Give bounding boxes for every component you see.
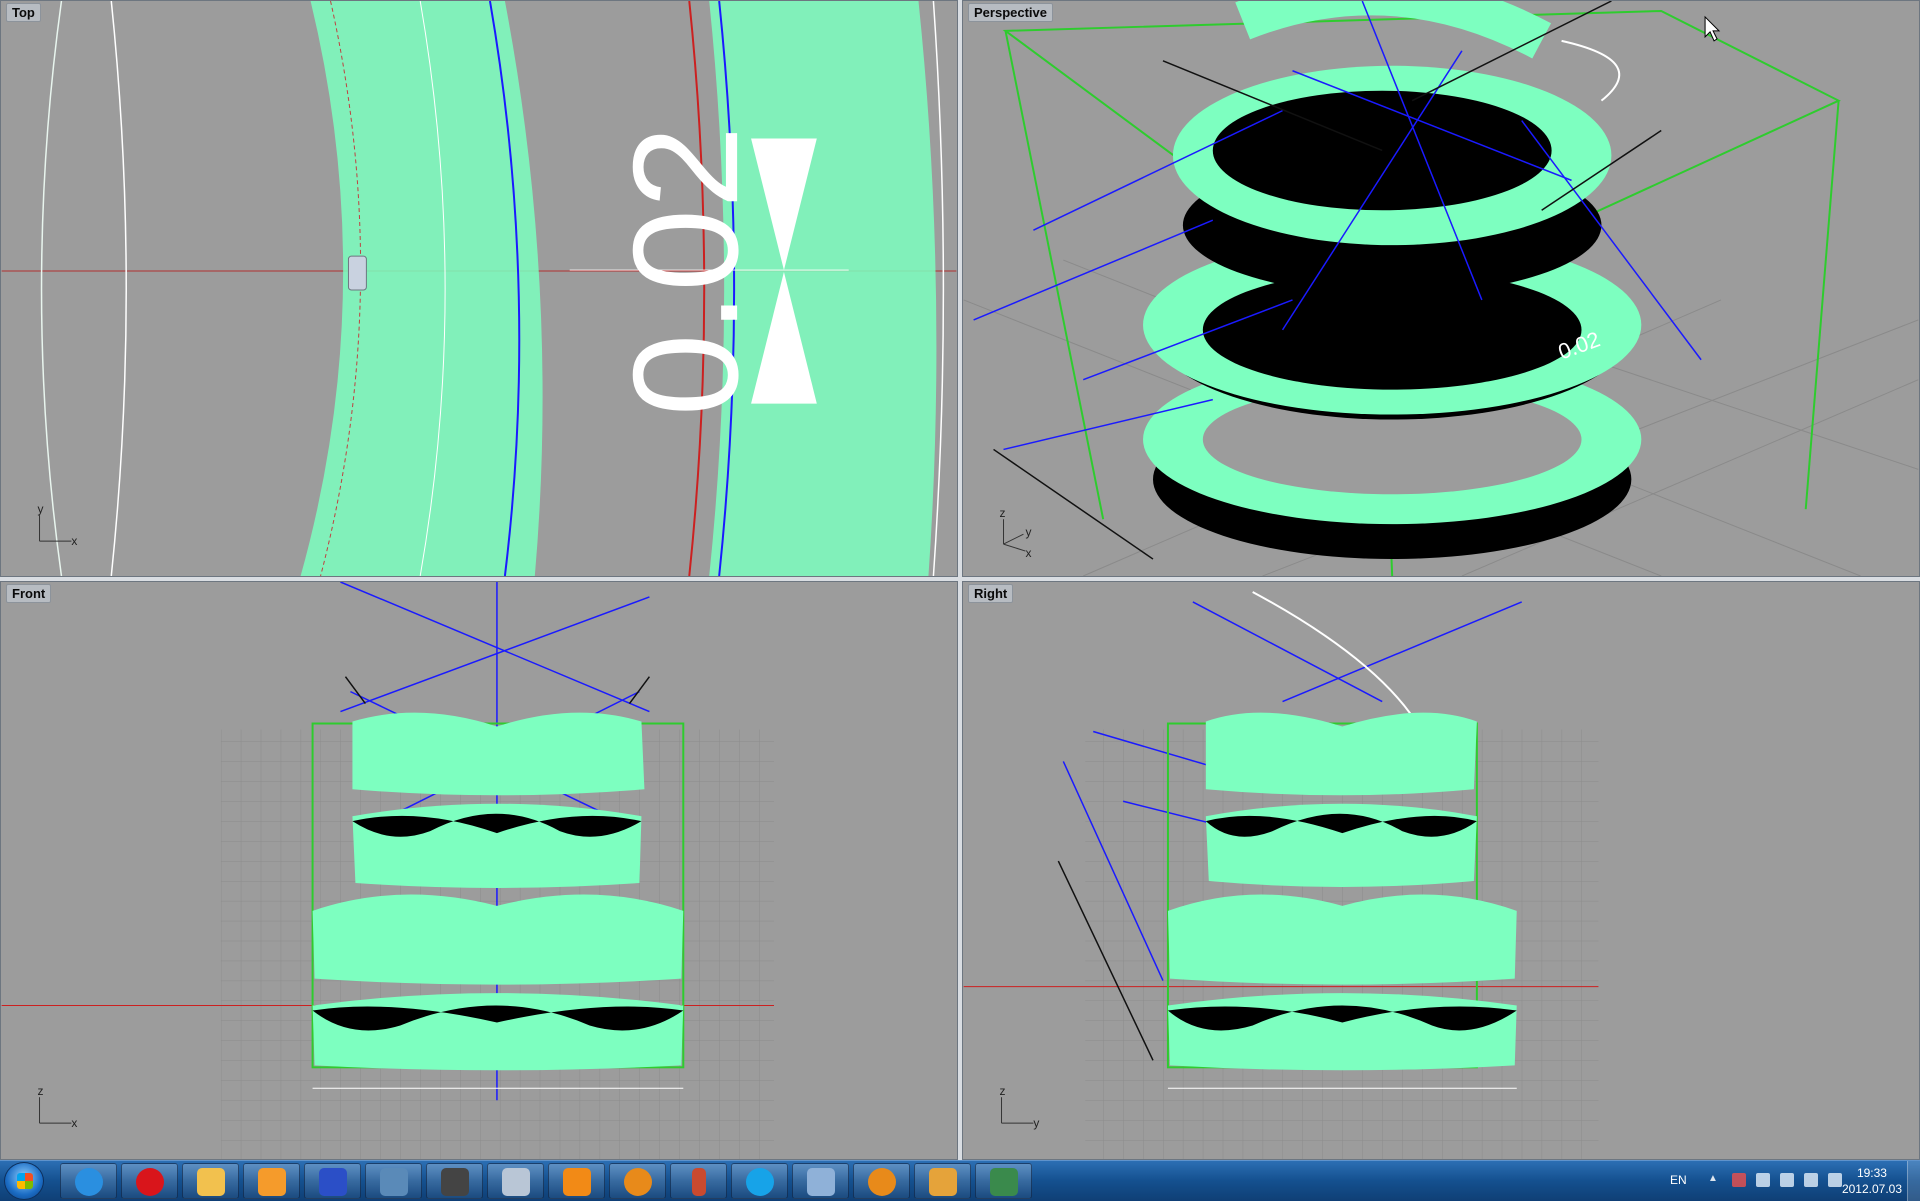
bounding-box-edge [1804,100,1840,510]
mint-profile [352,712,645,796]
vlc-icon [563,1168,591,1196]
calculator-icon [502,1168,530,1196]
white-curve [1252,591,1423,732]
taskbar-app-calculator[interactable] [487,1163,544,1199]
clock[interactable]: 19:33 2012.07.03 [1842,1165,1902,1197]
axis-y-label: y [1033,1116,1039,1130]
system-tray: EN ▲ 19:33 2012.07.03 [1660,1161,1920,1201]
mouse-cursor-icon [1704,15,1721,42]
taskbar-app-opera[interactable] [121,1163,178,1199]
taskbar-app-package[interactable] [914,1163,971,1199]
taskbar-app-ie[interactable] [60,1163,117,1199]
taskbar: EN ▲ 19:33 2012.07.03 [0,1160,1920,1201]
right-viewport-canvas[interactable]: y z [963,582,1919,1159]
top-viewport[interactable]: Top 0.02 x y [0,0,958,577]
curve [40,1,63,576]
mint-profile [1167,993,1517,1071]
show-hidden-icons-icon[interactable]: ▲ [1708,1173,1722,1187]
viewport-label-right[interactable]: Right [968,584,1014,603]
dimension-text[interactable]: 0.02 [602,126,769,417]
language-indicator[interactable]: EN [1670,1173,1687,1187]
save-disk-icon [319,1168,347,1196]
front-viewport-canvas[interactable]: x z [1,582,957,1159]
clock-time: 19:33 [1856,1166,1887,1180]
media-player-icon [258,1168,286,1196]
perspective-viewport[interactable]: Perspective 0.02 x y z [962,0,1920,577]
action-center-flag-icon[interactable] [1756,1173,1770,1187]
axis-y-label: y [1025,525,1031,539]
taskbar-app-v2[interactable] [853,1163,910,1199]
taskbar-app-media[interactable] [243,1163,300,1199]
taskbar-app-hourglass[interactable] [670,1163,727,1199]
axis-x-label: x [71,1116,77,1130]
mint-profile [1205,712,1477,796]
opera-icon [136,1168,164,1196]
mint-ring-top [1235,1,1552,59]
taskbar-app-skype[interactable] [731,1163,788,1199]
perspective-viewport-canvas[interactable]: 0.02 x y z [963,1,1919,576]
viewport-label-front[interactable]: Front [6,584,52,603]
curve [110,1,127,576]
volume-icon[interactable] [1828,1173,1842,1187]
clock-date: 2012.07.03 [1841,1182,1902,1196]
axis-x-label: x [1025,546,1031,560]
computer-icon [807,1168,835,1196]
viewport-label-perspective[interactable]: Perspective [968,3,1053,22]
mint-profile [312,894,684,985]
right-viewport[interactable]: Right y z [962,581,1920,1160]
speaker-muted-icon[interactable] [1732,1173,1746,1187]
axis-y-label: y [38,502,44,516]
axis-x-indicator [1003,533,1024,545]
app-v-icon [624,1168,652,1196]
gumball-handle[interactable] [347,255,367,291]
show-desktop-button[interactable] [1907,1161,1920,1201]
taskbar-app-rhino[interactable] [426,1163,483,1199]
monitor-tray-icon[interactable] [1804,1173,1818,1187]
taskbar-app-computer[interactable] [792,1163,849,1199]
taskbar-app-vlc[interactable] [548,1163,605,1199]
tray-icons: ▲ [1708,1173,1842,1187]
white-curve [1561,39,1621,102]
skype-icon [746,1168,774,1196]
package-icon [929,1168,957,1196]
mint-profile [312,993,684,1071]
windows-logo-icon [17,1173,33,1189]
hourglass-icon [692,1168,706,1196]
taskbar-app-monitor[interactable] [975,1163,1032,1199]
monitor-icon [990,1168,1018,1196]
axis-z-label: z [38,1084,44,1098]
axis-x-label: x [71,534,77,548]
app-v-icon-2 [868,1168,896,1196]
taskbar-app-save[interactable] [304,1163,361,1199]
rhino-icon [441,1168,469,1196]
internet-explorer-icon [75,1168,103,1196]
taskbar-app-explorer[interactable] [182,1163,239,1199]
top-viewport-canvas[interactable]: 0.02 x y [1,1,957,576]
mint-band [300,1,543,576]
mint-profile [1167,894,1517,985]
network-icon[interactable] [1780,1173,1794,1187]
photo-viewer-icon [380,1168,408,1196]
axis-y-indicator [1003,543,1026,552]
taskbar-apps [60,1163,1032,1199]
viewport-label-top[interactable]: Top [6,3,41,22]
axis-z-label: z [1000,1084,1006,1098]
viewport-grid: Top 0.02 x y Perspective 0.02 x y z Fron… [0,0,1920,1160]
taskbar-app-photo[interactable] [365,1163,422,1199]
taskbar-app-v[interactable] [609,1163,666,1199]
axis-z-label: z [1000,506,1006,520]
start-button[interactable] [4,1162,44,1200]
file-explorer-icon [197,1168,225,1196]
front-viewport[interactable]: Front x z [0,581,958,1160]
